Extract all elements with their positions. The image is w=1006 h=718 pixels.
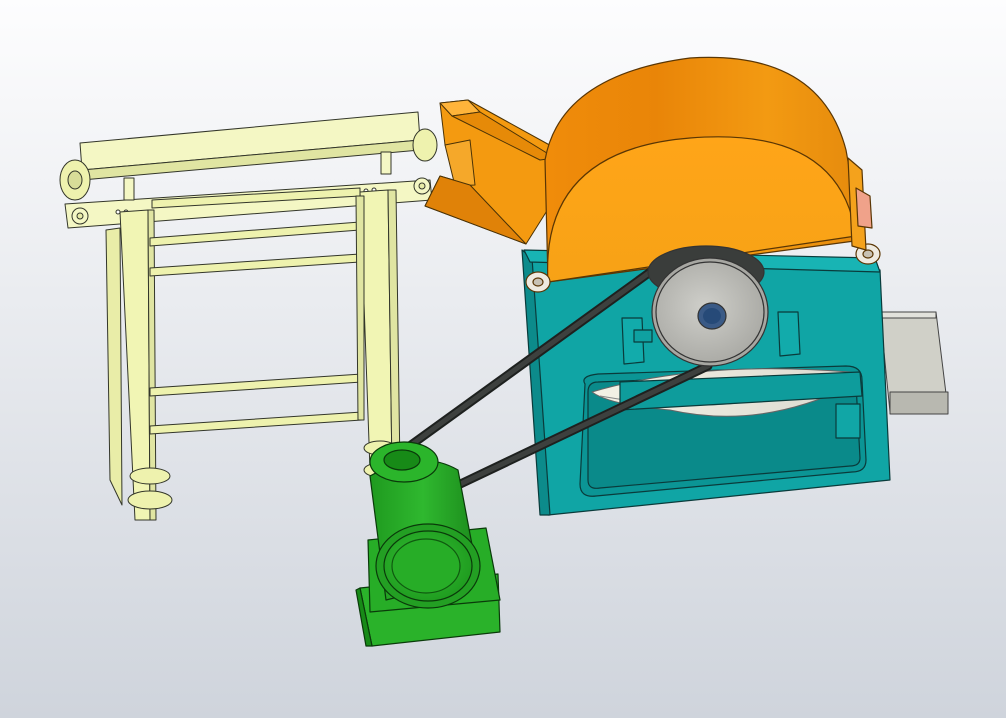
driven-pulley: [647, 245, 769, 367]
cad-viewport[interactable]: [0, 0, 1006, 718]
assembly-drawing: [0, 0, 1006, 718]
discharge-chute: [879, 311, 949, 415]
